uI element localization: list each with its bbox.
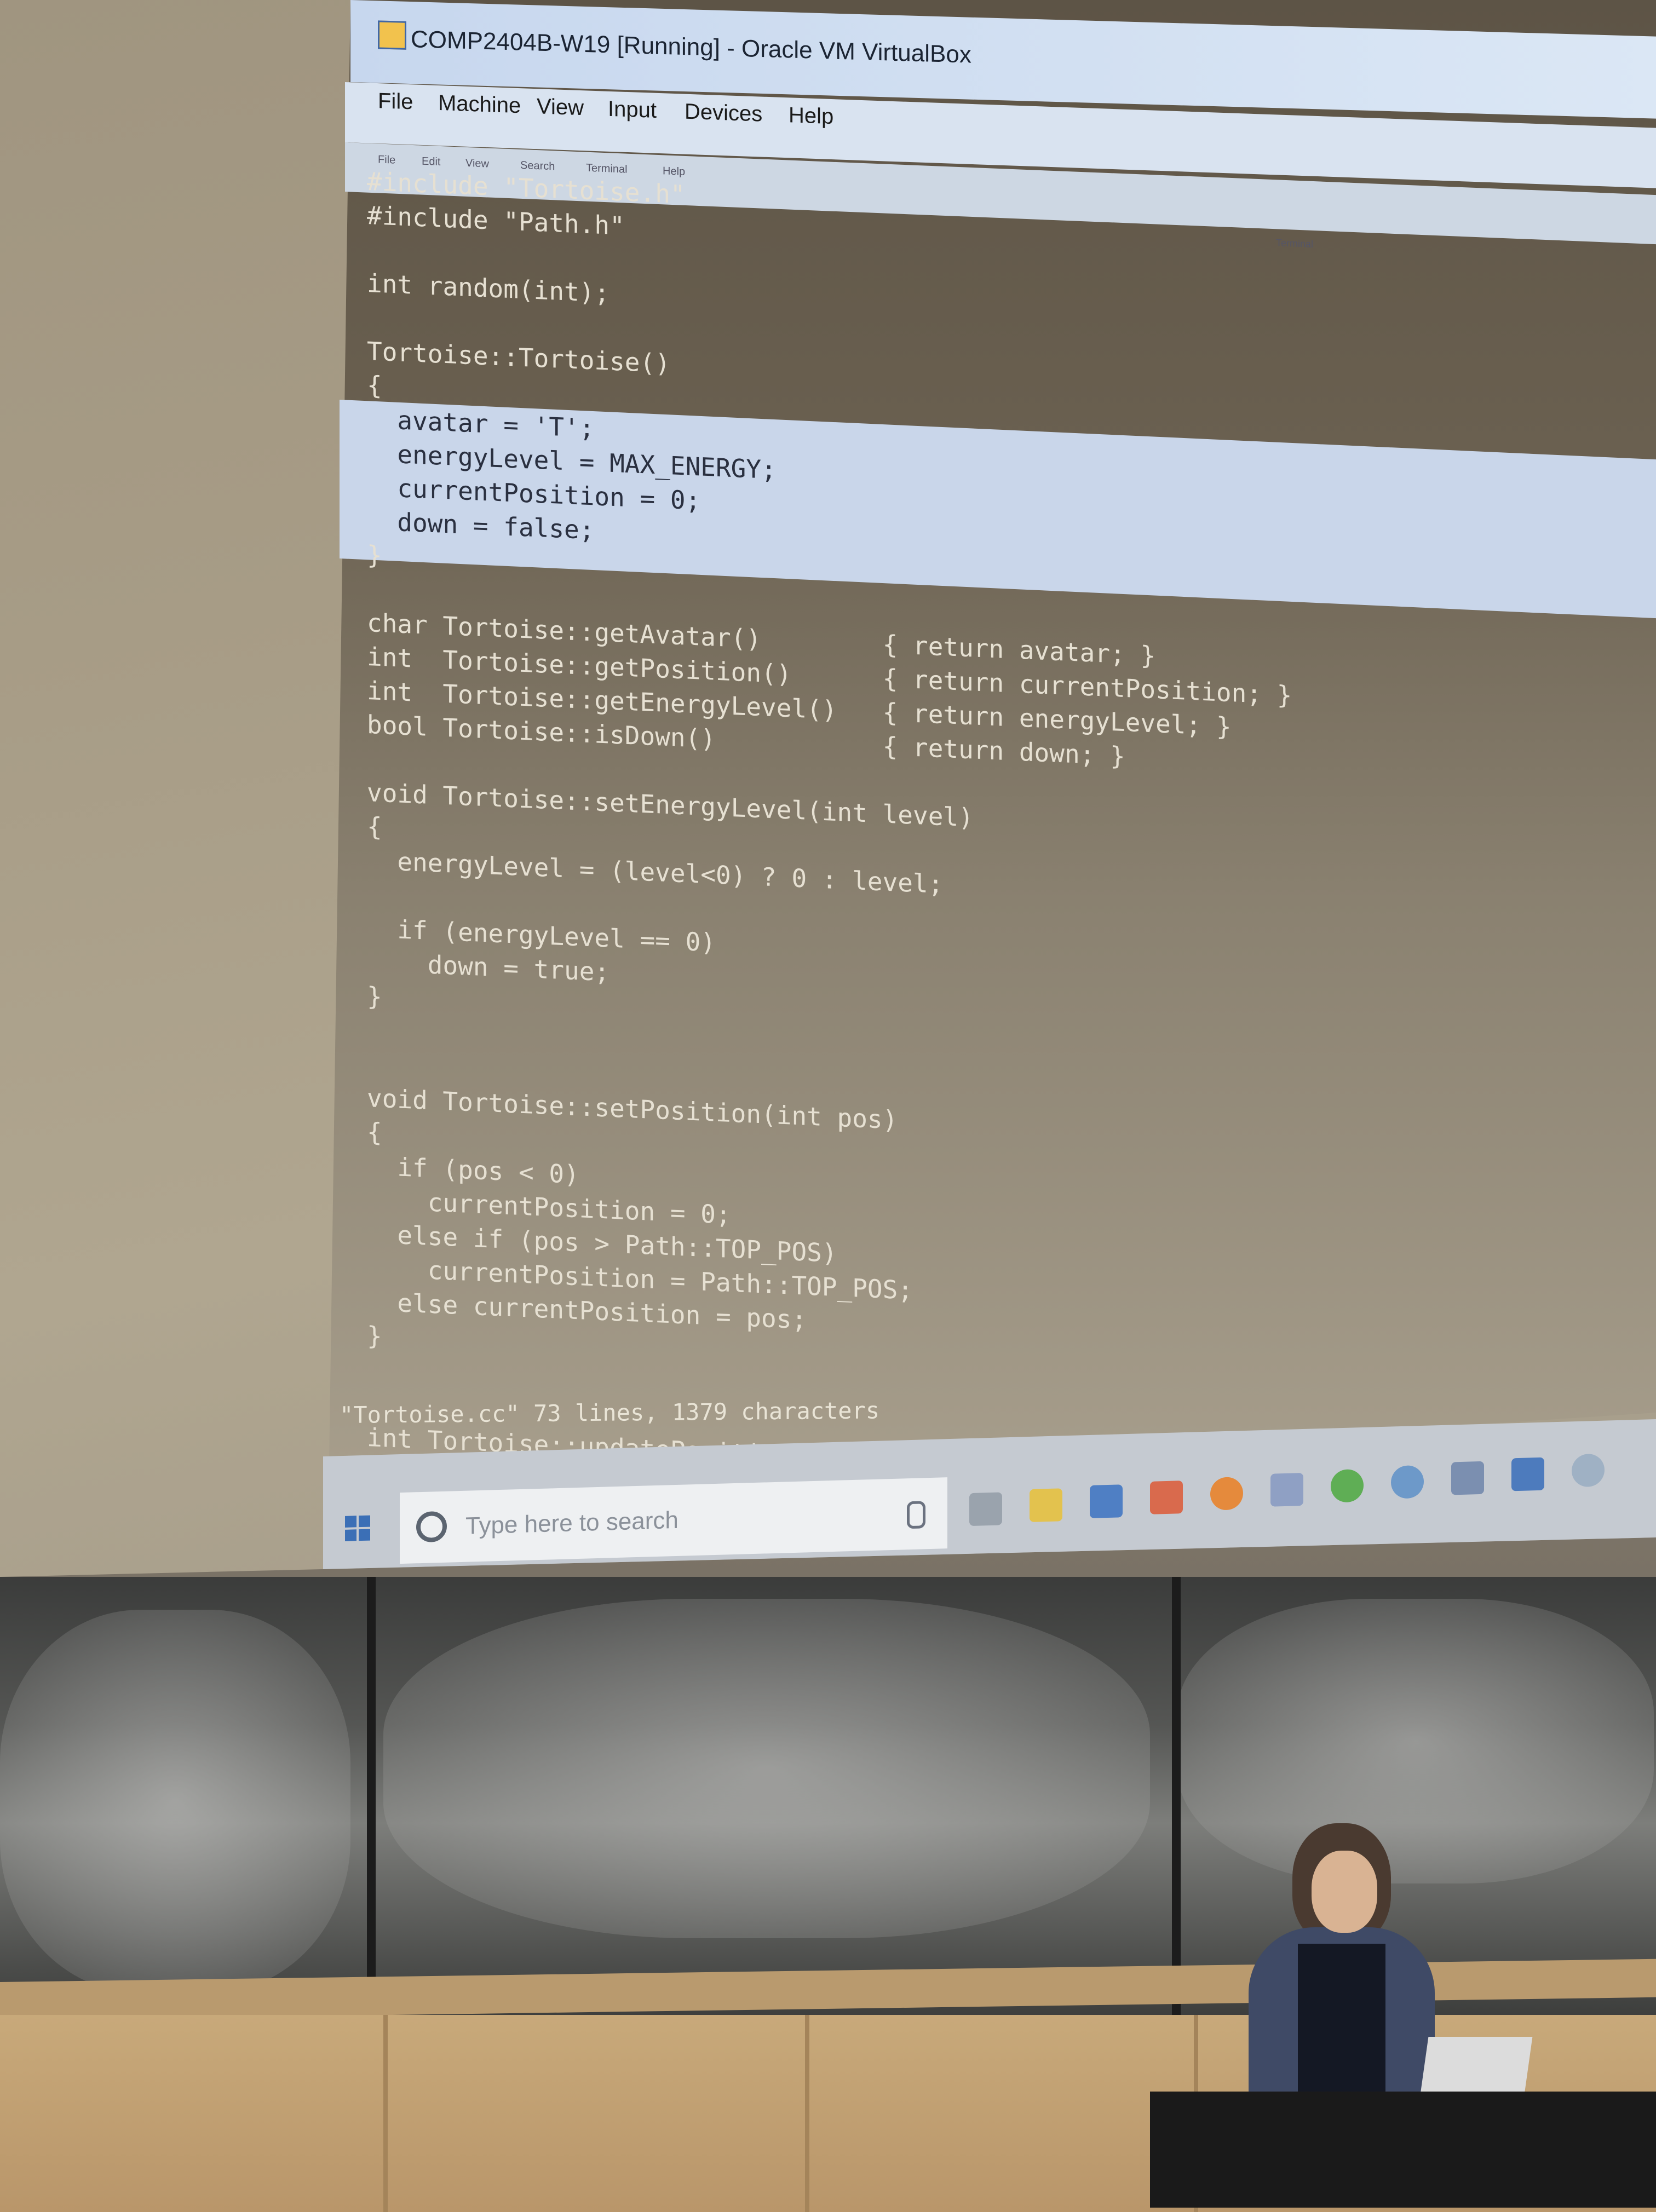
edge-icon[interactable]	[1090, 1484, 1123, 1518]
microphone-icon[interactable]	[907, 1501, 925, 1529]
windows-start-icon[interactable]	[345, 1515, 370, 1541]
panel-seam	[805, 2015, 809, 2212]
chalk-smudge	[0, 1610, 350, 1993]
cortana-icon	[416, 1511, 447, 1543]
chrome-icon[interactable]	[1391, 1465, 1424, 1499]
app-icon[interactable]	[1150, 1481, 1183, 1514]
menu-machine[interactable]: Machine	[438, 91, 521, 118]
virtualbox-window: COMP2404B-W19 [Running] - Oracle VM Virt…	[329, 0, 1656, 1500]
virtualbox-taskbar-icon[interactable]	[1270, 1473, 1303, 1507]
window-title: COMP2404B-W19 [Running] - Oracle VM Virt…	[411, 26, 971, 68]
taskbar-search-box[interactable]: Type here to search	[400, 1477, 947, 1564]
chalk-smudge	[383, 1599, 1150, 1938]
firefox-icon[interactable]	[1210, 1477, 1243, 1511]
notification-icon[interactable]	[1572, 1453, 1605, 1488]
presenter-face	[1312, 1851, 1377, 1933]
task-view-icon[interactable]	[969, 1492, 1002, 1526]
menu-devices[interactable]: Devices	[685, 100, 762, 127]
podium	[1150, 2092, 1656, 2208]
panel-seam	[383, 2015, 388, 2212]
virtualbox-icon	[378, 20, 406, 50]
menu-input[interactable]: Input	[608, 97, 657, 123]
menu-file[interactable]: File	[378, 89, 413, 114]
file-explorer-icon[interactable]	[1030, 1488, 1062, 1522]
presenter	[1232, 1818, 1451, 2124]
mail-icon[interactable]	[1511, 1457, 1544, 1491]
menu-view[interactable]: View	[537, 94, 584, 120]
sync-icon[interactable]	[1331, 1468, 1364, 1503]
projection-screen: COMP2404B-W19 [Running] - Oracle VM Virt…	[0, 0, 1656, 1577]
store-icon[interactable]	[1451, 1461, 1484, 1495]
search-placeholder: Type here to search	[465, 1506, 679, 1540]
code-editor[interactable]: #include "Tortoise.h" #include "Path.h" in…	[367, 164, 1626, 1507]
menu-help[interactable]: Help	[789, 103, 833, 129]
